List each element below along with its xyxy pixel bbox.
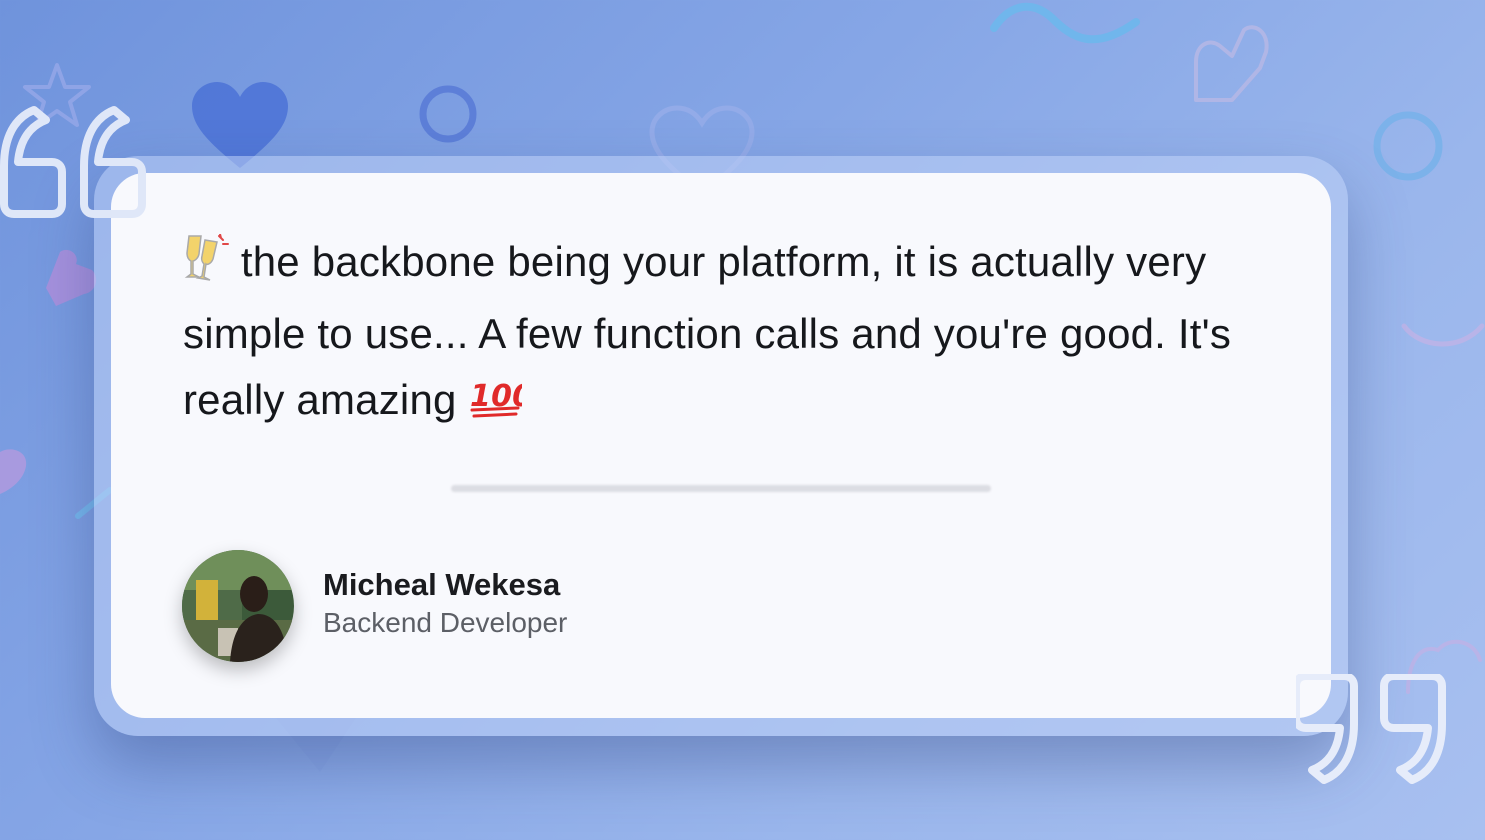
- author-name: Micheal Wekesa: [323, 567, 561, 602]
- testimonial-card: the backbone being your platform, it is …: [111, 173, 1331, 718]
- wave-icon: [990, 0, 1140, 56]
- hundred-points-icon: 100: [468, 372, 534, 439]
- clinking-glasses-icon: [183, 233, 229, 301]
- heart-icon: [0, 446, 30, 496]
- heart-icon: [1400, 286, 1485, 356]
- heart-icon: [40, 248, 98, 310]
- circle-icon: [1370, 108, 1446, 184]
- testimonial-quote: the backbone being your platform, it is …: [183, 229, 1273, 439]
- divider: [451, 485, 991, 492]
- heart-icon: [1190, 24, 1274, 104]
- author-role: Backend Developer: [323, 607, 568, 638]
- close-quote-icon: [1292, 672, 1448, 790]
- quote-text: the backbone being your platform, it is …: [183, 238, 1232, 423]
- circle-icon: [418, 84, 478, 144]
- avatar: [182, 550, 294, 662]
- open-quote-icon: [0, 104, 148, 222]
